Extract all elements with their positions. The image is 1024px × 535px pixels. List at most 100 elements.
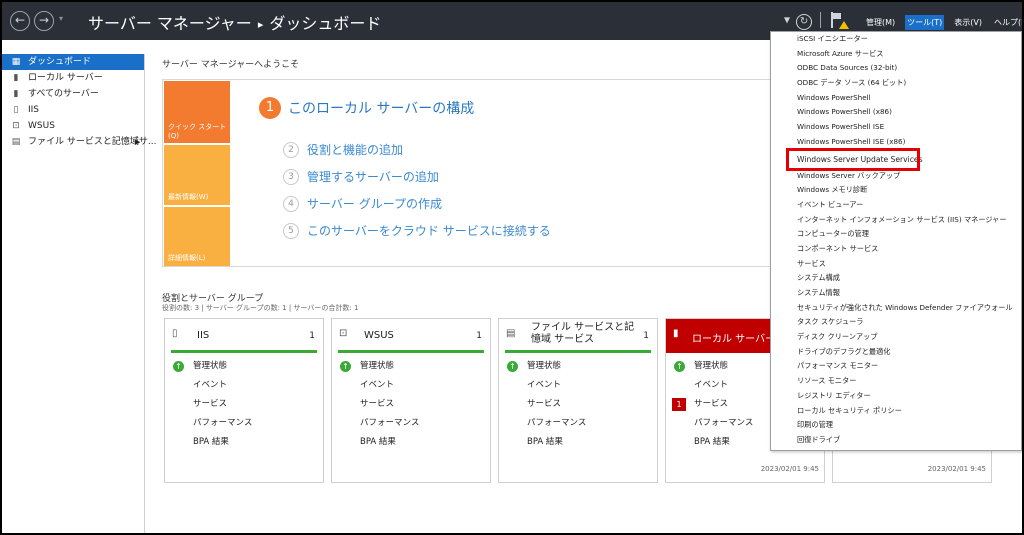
card-row-performance[interactable]: パフォーマンス xyxy=(499,414,657,433)
menu-item-disk-cleanup[interactable]: ディスク クリーンアップ xyxy=(771,330,1021,345)
step-link[interactable]: 役割と機能の追加 xyxy=(307,143,403,157)
row-label: BPA 結果 xyxy=(193,437,229,447)
menu-item-task-scheduler[interactable]: タスク スケジューラ xyxy=(771,315,1021,330)
menu-item-resource-monitor[interactable]: リソース モニター xyxy=(771,374,1021,389)
wsus-icon: ⊡ xyxy=(339,328,348,339)
menu-item-powershell[interactable]: Windows PowerShell xyxy=(771,91,1021,106)
menu-item-memory-diagnostic[interactable]: Windows メモリ診断 xyxy=(771,183,1021,198)
card-row-services[interactable]: サービス xyxy=(499,395,657,414)
row-label: イベント xyxy=(527,380,562,390)
menu-item-services[interactable]: サービス xyxy=(771,257,1021,272)
history-dropdown-icon[interactable]: ▾ xyxy=(59,14,63,23)
step-link[interactable]: 管理するサーバーの追加 xyxy=(307,170,439,184)
step-configure-local-server[interactable]: 1 このローカル サーバーの構成 xyxy=(259,97,474,119)
menu-item-computer-management[interactable]: コンピューターの管理 xyxy=(771,227,1021,242)
menu-item-powershell-x86[interactable]: Windows PowerShell (x86) xyxy=(771,105,1021,120)
tile-quick-start[interactable]: クイック スタート(Q) xyxy=(164,81,230,143)
menu-item-server-backup[interactable]: Windows Server バックアップ xyxy=(771,169,1021,184)
sidebar-item-file-services[interactable]: ▤ ファイル サービスと記憶域サ... ▶ xyxy=(2,134,157,150)
menu-item-powershell-ise[interactable]: Windows PowerShell ISE xyxy=(771,120,1021,135)
card-row-manageability[interactable]: ↑ 管理状態 xyxy=(165,357,323,376)
step-link[interactable]: サーバー グループの作成 xyxy=(307,197,442,211)
menu-item-powershell-ise-x86[interactable]: Windows PowerShell ISE (x86) xyxy=(771,135,1021,150)
menu-item-system-configuration[interactable]: システム構成 xyxy=(771,271,1021,286)
card-row-manageability[interactable]: ↑ 管理状態 xyxy=(499,357,657,376)
back-button[interactable]: ← xyxy=(10,11,30,31)
menu-item-azure-services[interactable]: Microsoft Azure サービス xyxy=(771,47,1021,62)
card-timestamp: 2023/02/01 9:45 xyxy=(760,465,819,473)
card-row-events[interactable]: イベント xyxy=(499,376,657,395)
card-row-performance[interactable]: パフォーマンス xyxy=(332,414,490,433)
card-row-performance[interactable]: パフォーマンス xyxy=(165,414,323,433)
step-add-roles[interactable]: 2 役割と機能の追加 xyxy=(283,141,403,158)
refresh-icon[interactable]: ↻ xyxy=(796,13,813,30)
alert-count-badge: 1 xyxy=(672,398,686,411)
menu-tools[interactable]: ツール(T) xyxy=(905,15,945,30)
sidebar-item-label: IIS xyxy=(28,105,40,115)
step-link[interactable]: このローカル サーバーの構成 xyxy=(288,101,474,117)
tile-learn-more[interactable]: 詳細情報(L) xyxy=(164,207,230,266)
dashboard-icon: ▦ xyxy=(11,57,21,67)
breadcrumb-page: ダッシュボード xyxy=(269,14,382,33)
file-services-icon: ▤ xyxy=(11,137,21,147)
menu-item-defender-firewall[interactable]: セキュリティが強化された Windows Defender ファイアウォール xyxy=(771,301,1021,316)
card-row-bpa[interactable]: BPA 結果 xyxy=(499,433,657,452)
card-header[interactable]: ▤ ファイル サービスと記憶域 サービス 1 xyxy=(505,319,651,353)
card-row-manageability[interactable]: ↑ 管理状態 xyxy=(332,357,490,376)
status-ok-icon: ↑ xyxy=(674,361,685,372)
sidebar-item-local-server[interactable]: ▮ ローカル サーバー xyxy=(2,70,144,86)
sidebar-item-all-servers[interactable]: ▮ すべてのサーバー xyxy=(2,86,144,102)
header-toolbar: ▾ ↻ xyxy=(784,12,850,30)
menu-item-system-information[interactable]: システム情報 xyxy=(771,286,1021,301)
row-label: パフォーマンス xyxy=(527,418,587,428)
forward-arrow-icon: → xyxy=(38,13,50,27)
row-label: パフォーマンス xyxy=(360,418,420,428)
sidebar-item-dashboard[interactable]: ▦ ダッシュボード xyxy=(2,54,144,70)
menu-item-wsus[interactable]: Windows Server Update Services xyxy=(786,147,923,171)
step-add-servers[interactable]: 3 管理するサーバーの追加 xyxy=(283,168,439,185)
menu-manage[interactable]: 管理(M) xyxy=(864,15,897,30)
servers-dropdown-icon[interactable]: ▾ xyxy=(784,13,790,27)
expand-arrow-icon[interactable]: ▶ xyxy=(135,134,140,150)
menu-item-print-management[interactable]: 印刷の管理 xyxy=(771,418,1021,433)
card-row-events[interactable]: イベント xyxy=(332,376,490,395)
sidebar-item-iis[interactable]: ▯ IIS xyxy=(2,102,144,118)
card-row-bpa[interactable]: BPA 結果 xyxy=(165,433,323,452)
card-header[interactable]: ▯ IIS 1 xyxy=(171,319,317,353)
menu-item-defragment[interactable]: ドライブのデフラグと最適化 xyxy=(771,345,1021,360)
menu-item-odbc-64[interactable]: ODBC データ ソース (64 ビット) xyxy=(771,76,1021,91)
menu-help[interactable]: ヘルプ(H) xyxy=(992,15,1022,30)
sidebar-item-wsus[interactable]: ⊡ WSUS xyxy=(2,118,144,134)
row-label: 管理状態 xyxy=(694,361,729,371)
tile-whats-new[interactable]: 最新情報(W) xyxy=(164,145,230,205)
menu-item-iscsi-initiator[interactable]: iSCSI イニシエーター xyxy=(771,32,1021,47)
card-row-events[interactable]: イベント xyxy=(165,376,323,395)
role-card-wsus[interactable]: ⊡ WSUS 1 ↑ 管理状態 イベント サービス パフォーマンス BPA 結果 xyxy=(331,318,491,483)
forward-button[interactable]: → xyxy=(34,11,54,31)
menu-item-local-security-policy[interactable]: ローカル セキュリティ ポリシー xyxy=(771,404,1021,419)
menu-item-registry-editor[interactable]: レジストリ エディター xyxy=(771,389,1021,404)
card-title: WSUS xyxy=(364,330,394,341)
notifications-flag-icon[interactable] xyxy=(829,12,850,29)
card-row-bpa[interactable]: BPA 結果 xyxy=(332,433,490,452)
role-card-iis[interactable]: ▯ IIS 1 ↑ 管理状態 イベント サービス パフォーマンス BPA 結果 xyxy=(164,318,324,483)
step-number: 4 xyxy=(283,195,299,212)
menu-item-odbc-32[interactable]: ODBC Data Sources (32-bit) xyxy=(771,61,1021,76)
card-row-services[interactable]: サービス xyxy=(332,395,490,414)
step-create-group[interactable]: 4 サーバー グループの作成 xyxy=(283,195,442,212)
menu-item-component-services[interactable]: コンポーネント サービス xyxy=(771,242,1021,257)
card-header[interactable]: ⊡ WSUS 1 xyxy=(338,319,484,353)
menu-item-recovery-drive[interactable]: 回復ドライブ xyxy=(771,433,1021,448)
step-number: 1 xyxy=(259,97,281,119)
menu-item-performance-monitor[interactable]: パフォーマンス モニター xyxy=(771,359,1021,374)
card-row-services[interactable]: サービス xyxy=(165,395,323,414)
file-services-icon: ▤ xyxy=(506,328,516,339)
step-connect-cloud[interactable]: 5 このサーバーをクラウド サービスに接続する xyxy=(283,222,551,239)
menu-item-iis-manager[interactable]: インターネット インフォメーション サービス (IIS) マネージャー xyxy=(771,213,1021,228)
role-card-file-services[interactable]: ▤ ファイル サービスと記憶域 サービス 1 ↑ 管理状態 イベント サービス パ… xyxy=(498,318,658,483)
step-link[interactable]: このサーバーをクラウド サービスに接続する xyxy=(307,224,551,238)
divider xyxy=(820,12,822,28)
menu-view[interactable]: 表示(V) xyxy=(952,15,984,30)
row-label: パフォーマンス xyxy=(193,418,253,428)
menu-item-event-viewer[interactable]: イベント ビューアー xyxy=(771,198,1021,213)
